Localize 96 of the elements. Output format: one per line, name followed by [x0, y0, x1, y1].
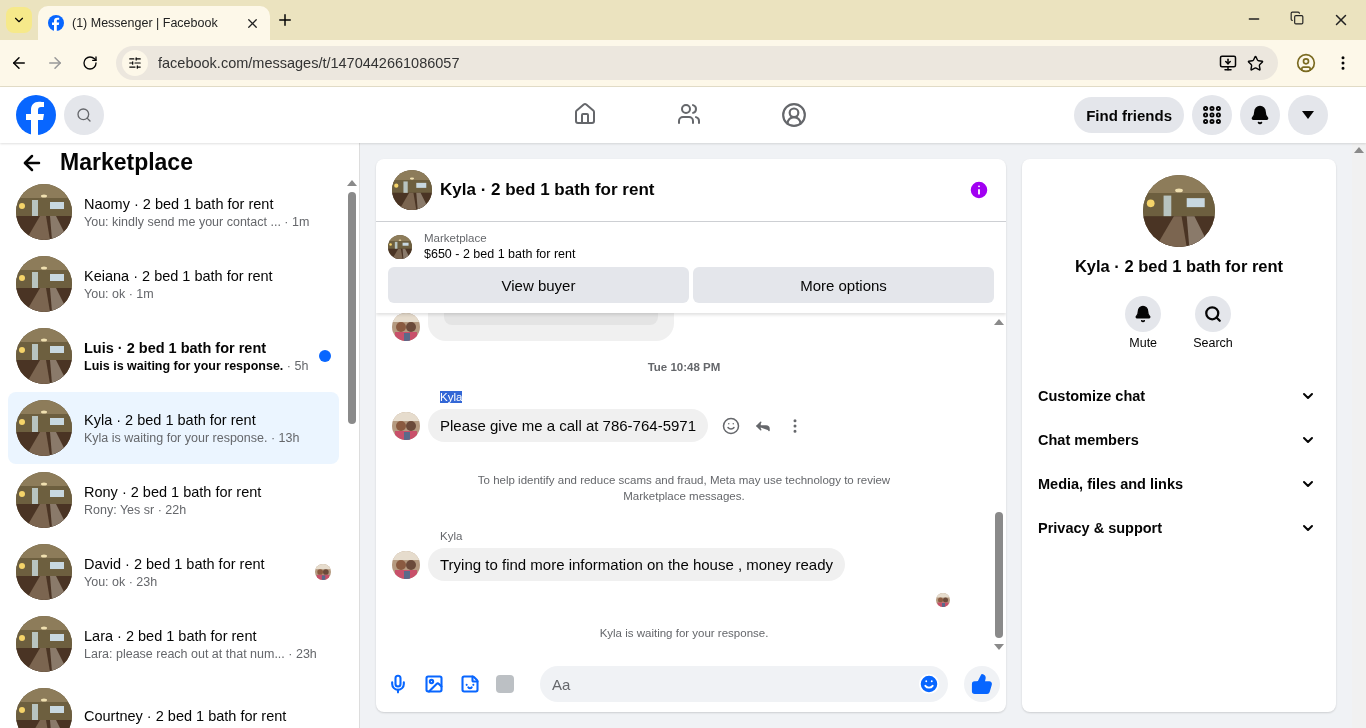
message-preview: Luis is waiting for your response. · 5h [84, 358, 307, 373]
scroll-up-icon[interactable] [994, 319, 1004, 325]
account-button[interactable] [1288, 95, 1328, 135]
chat-title: Kyla · 2 bed 1 bath for rent [440, 180, 656, 200]
message-input[interactable]: Aa [540, 666, 948, 702]
sidebar-title: Marketplace [60, 149, 193, 176]
tab-menu-button[interactable] [6, 7, 32, 33]
conversation-item[interactable]: Courtney · 2 bed 1 bath for rent [8, 680, 339, 728]
action-button[interactable] [1195, 296, 1231, 332]
conversation-name: Naomy · 2 bed 1 bath for rent [84, 195, 275, 212]
menu-button[interactable] [1192, 95, 1232, 135]
browser-tab[interactable]: (1) Messenger | Facebook [38, 6, 270, 40]
forward-icon[interactable] [46, 54, 64, 72]
search-icon [76, 107, 92, 123]
section-title: Customize chat [1038, 388, 1146, 404]
conversation-name: Keiana · 2 bed 1 bath for rent [84, 267, 274, 284]
logo-icon[interactable] [16, 95, 56, 135]
logo-icon[interactable] [48, 15, 64, 31]
microphone-icon[interactable] [388, 674, 408, 694]
react-icon[interactable] [722, 416, 740, 435]
section-title: Chat members [1038, 432, 1139, 448]
scroll-up-icon[interactable] [1354, 147, 1364, 153]
url-text: facebook.com/messages/t/1470442661086057 [158, 55, 461, 71]
listing-title: $650 - 2 bed 1 bath for rent [424, 247, 576, 261]
scrollbar-thumb[interactable] [995, 512, 1003, 638]
image-icon[interactable] [424, 674, 444, 694]
notice-text: To help identify and reduce scams and fraud, Meta may use technology to review Marketplace messages. [476, 473, 892, 505]
scroll-down-icon[interactable] [994, 644, 1004, 650]
grid-icon [1201, 104, 1223, 126]
bell-icon [1250, 105, 1270, 125]
timestamp: Tue 10:48 PM [647, 361, 721, 373]
action-button[interactable]: More options [693, 267, 994, 303]
message-preview: You: ok · 23h [84, 574, 159, 589]
action-label: Mute [1129, 336, 1158, 350]
section-header[interactable]: Media, files and links [1038, 462, 1320, 506]
conversation-item[interactable]: David · 2 bed 1 bath for rent You: ok · 23h [8, 536, 339, 608]
info-icon[interactable] [968, 179, 990, 201]
emoji-icon[interactable] [918, 673, 940, 695]
caret-icon [1302, 111, 1314, 119]
message-preview: You: ok · 1m [84, 286, 155, 301]
scroll-up-icon[interactable] [347, 180, 357, 186]
sender-name: Kyla [440, 530, 463, 543]
message-bubble: Please give me a call at 786-764-5971 [428, 409, 708, 442]
notifications-button[interactable] [1240, 95, 1280, 135]
section-title: Media, files and links [1038, 476, 1184, 492]
find-friends-button[interactable]: Find friends [1074, 97, 1184, 133]
tab-title: (1) Messenger | Facebook [72, 16, 219, 30]
home-icon[interactable] [573, 102, 598, 126]
conversation-item[interactable]: Rony · 2 bed 1 bath for rent Rony: Yes sr · 22h [8, 464, 339, 536]
conversation-item[interactable]: Lara · 2 bed 1 bath for rent Lara: please reach out at that num... · 23h [8, 608, 339, 680]
conversation-name: Kyla · 2 bed 1 bath for rent [84, 411, 257, 428]
conversation-name: Courtney · 2 bed 1 bath for rent [84, 708, 288, 724]
address-bar[interactable]: facebook.com/messages/t/1470442661086057 [116, 46, 1278, 80]
conversation-item[interactable]: Kyla · 2 bed 1 bath for rent Kyla is waiting for your response. · 13h [8, 392, 339, 464]
conversation-name: Lara · 2 bed 1 bath for rent [84, 627, 258, 644]
conversation-item[interactable]: Luis · 2 bed 1 bath for rent Luis is waiting for your response. · 5h [8, 320, 339, 392]
action-label: Search [1193, 336, 1233, 350]
contact-name: Kyla · 2 bed 1 bath for rent [1074, 257, 1284, 276]
unread-dot [319, 350, 331, 362]
sender-name: Kyla [440, 391, 463, 403]
reload-icon[interactable] [82, 55, 98, 71]
restore-icon[interactable] [1290, 11, 1304, 25]
section-header[interactable]: Customize chat [1038, 374, 1320, 418]
profile-icon[interactable] [1296, 53, 1316, 73]
thumbs-up-icon [971, 673, 993, 695]
groups-icon[interactable] [781, 102, 808, 128]
conversation-item[interactable]: Naomy · 2 bed 1 bath for rent You: kindly send me your contact ... · 1m [8, 176, 339, 248]
conversation-name: Luis · 2 bed 1 bath for rent [84, 339, 268, 356]
back-icon[interactable] [10, 54, 28, 72]
action-button[interactable]: View buyer [388, 267, 689, 303]
message-preview: You: kindly send me your contact ... · 1m [84, 214, 311, 229]
message-bubble: Trying to find more information on the house , money ready [428, 548, 845, 582]
search-icon [1204, 305, 1222, 323]
message-preview: Kyla is waiting for your response. · 13h [84, 430, 301, 445]
install-icon[interactable] [1219, 54, 1237, 72]
search-button[interactable] [64, 95, 104, 135]
conversation-name: David · 2 bed 1 bath for rent [84, 555, 266, 572]
page-scrollbar[interactable] [1352, 143, 1366, 728]
section-header[interactable]: Privacy & support [1038, 506, 1320, 550]
new-tab-icon[interactable] [276, 11, 294, 29]
like-button[interactable] [964, 666, 1000, 702]
sticker-icon[interactable] [460, 674, 480, 694]
message-preview: Lara: please reach out at that num... · 23h [84, 646, 318, 661]
site-settings-icon[interactable] [128, 56, 142, 70]
listing-label: Marketplace [424, 232, 488, 244]
bookmark-icon[interactable] [1247, 54, 1264, 72]
conversation-name: Rony · 2 bed 1 bath for rent [84, 483, 263, 500]
action-button[interactable] [1125, 296, 1162, 332]
section-header[interactable]: Chat members [1038, 418, 1320, 462]
friends-icon[interactable] [677, 102, 702, 126]
section-title: Privacy & support [1038, 520, 1163, 536]
bell-icon [1134, 305, 1153, 323]
conversation-item[interactable]: Keiana · 2 bed 1 bath for rent You: ok · 1m [8, 248, 339, 320]
scrollbar-thumb[interactable] [348, 192, 356, 424]
message-preview: Rony: Yes sr · 22h [84, 502, 188, 517]
notice-text: Kyla is waiting for your response. [599, 626, 769, 642]
